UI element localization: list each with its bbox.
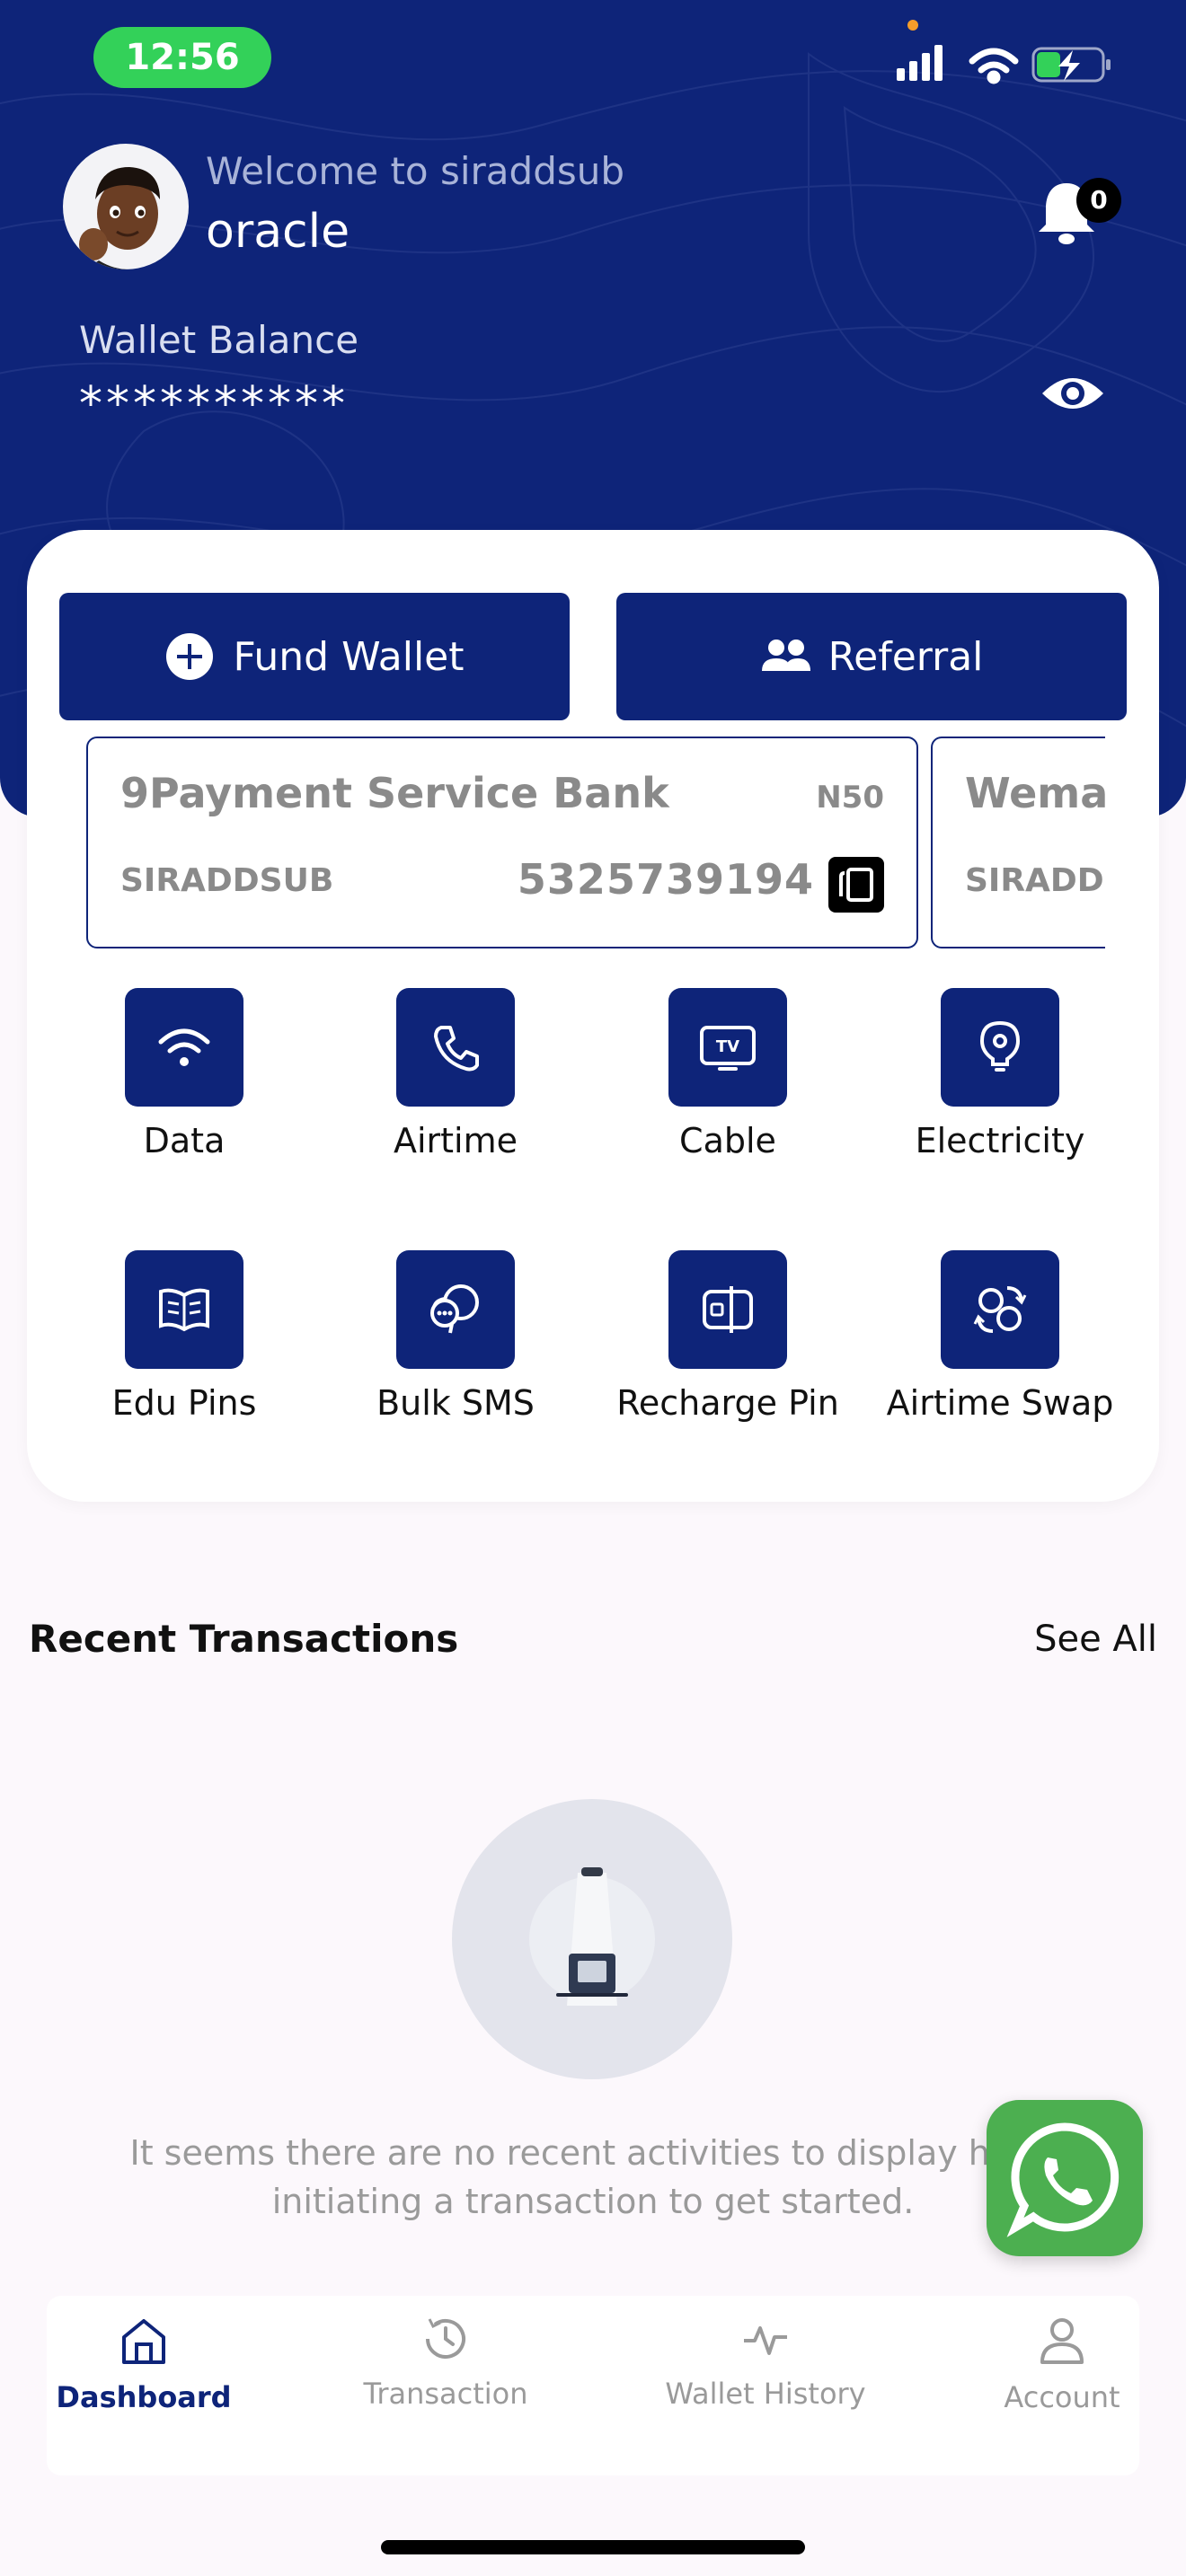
empty-state-message: It seems there are no recent activities … [36, 2129, 1150, 2226]
history-icon [426, 2318, 465, 2359]
card-icon [668, 1250, 787, 1369]
lamp-icon [529, 1867, 655, 2006]
bank-account-card[interactable]: Wema SIRADD [931, 737, 1105, 948]
service-data[interactable]: Data [63, 988, 305, 1160]
service-electricity[interactable]: Electricity [879, 988, 1121, 1160]
service-label: Electricity [915, 1121, 1085, 1160]
privacy-indicator [907, 20, 918, 31]
service-label: Cable [679, 1121, 776, 1160]
service-airtime-swap[interactable]: Airtime Swap [879, 1250, 1121, 1423]
home-indicator [381, 2540, 805, 2554]
wifi-status-icon [969, 48, 1019, 84]
service-label: Edu Pins [111, 1383, 257, 1423]
nav-label: Account [1004, 2380, 1120, 2414]
account-number: 5325739194 [517, 855, 814, 904]
nav-wallet-history[interactable]: Wallet History [649, 2314, 882, 2411]
nav-account[interactable]: Account [945, 2314, 1179, 2414]
status-time: 12:56 [93, 27, 271, 88]
nav-transaction[interactable]: Transaction [329, 2314, 562, 2411]
service-label: Airtime [393, 1121, 518, 1160]
service-label: Recharge Pin [616, 1383, 839, 1423]
signal-icon [897, 45, 943, 81]
empty-state-line: initiating a transaction to get started. [271, 2182, 915, 2221]
svg-text:TV: TV [716, 1037, 739, 1056]
status-icons [897, 45, 1111, 84]
service-bulk-sms[interactable]: Bulk SMS [334, 1250, 577, 1423]
bank-fee: N50 [816, 780, 884, 816]
whatsapp-button[interactable] [987, 2100, 1143, 2256]
notification-badge: 0 [1076, 178, 1121, 223]
recent-transactions-title: Recent Transactions [29, 1617, 459, 1661]
empty-state-line: It seems there are no recent activities … [129, 2133, 1057, 2173]
service-recharge-pin[interactable]: Recharge Pin [606, 1250, 849, 1423]
chat-icon [396, 1250, 515, 1369]
plus-circle-icon [166, 633, 214, 680]
referral-label: Referral [828, 633, 984, 680]
nav-dashboard[interactable]: Dashboard [27, 2314, 261, 2414]
wifi-icon [125, 988, 243, 1107]
avatar[interactable] [63, 144, 189, 269]
wallet-balance-value: ********** [79, 377, 349, 431]
bank-account-card[interactable]: 9Payment Service Bank N50 SIRADDSUB 5325… [86, 737, 918, 948]
empty-state-illustration [452, 1799, 732, 2079]
eye-icon[interactable] [1039, 366, 1107, 420]
service-label: Data [143, 1121, 226, 1160]
service-label: Airtime Swap [886, 1383, 1114, 1423]
users-icon [761, 640, 810, 671]
activity-icon [744, 2326, 787, 2355]
bank-name: Wema [965, 769, 1105, 817]
book-icon [125, 1250, 243, 1369]
service-edu-pins[interactable]: Edu Pins [63, 1250, 305, 1423]
battery-icon [1031, 47, 1111, 83]
nav-label: Wallet History [665, 2377, 866, 2411]
bank-name: 9Payment Service Bank [120, 769, 669, 817]
service-label: Bulk SMS [376, 1383, 535, 1423]
home-icon [122, 2319, 165, 2364]
bulb-icon [941, 988, 1059, 1107]
account-name: SIRADDSUB [120, 862, 334, 899]
memoji-avatar [79, 167, 171, 269]
fund-wallet-label: Fund Wallet [233, 633, 465, 680]
copy-icon[interactable] [828, 857, 884, 913]
service-airtime[interactable]: Airtime [334, 988, 577, 1160]
nav-label: Transaction [363, 2377, 528, 2411]
swap-icon [941, 1250, 1059, 1369]
nav-label: Dashboard [56, 2380, 232, 2414]
whatsapp-icon [1006, 2122, 1120, 2237]
tv-icon: TV [668, 988, 787, 1107]
see-all-link[interactable]: See All [1034, 1619, 1157, 1660]
wallet-balance-label: Wallet Balance [79, 318, 359, 362]
referral-button[interactable]: Referral [616, 593, 1127, 720]
fund-wallet-button[interactable]: Fund Wallet [59, 593, 570, 720]
username: oracle [206, 205, 350, 259]
phone-icon [396, 988, 515, 1107]
service-cable[interactable]: TV Cable [606, 988, 849, 1160]
account-name: SIRADD [965, 862, 1104, 899]
welcome-text: Welcome to siraddsub [206, 149, 625, 193]
user-icon [1040, 2318, 1084, 2364]
